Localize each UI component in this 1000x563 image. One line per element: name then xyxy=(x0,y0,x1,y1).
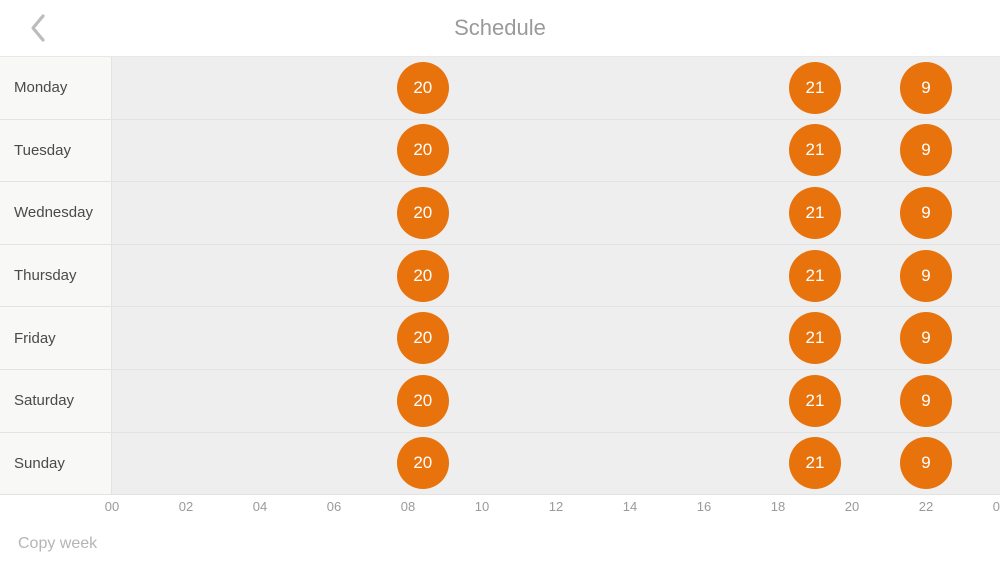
day-label: Tuesday xyxy=(0,120,112,182)
time-axis: 00 02 04 06 08 10 12 14 16 18 20 22 00 xyxy=(0,494,1000,522)
schedule-event[interactable]: 20 xyxy=(397,187,449,239)
axis-tick: 16 xyxy=(697,499,711,514)
copy-week-button[interactable]: Copy week xyxy=(18,535,97,553)
axis-tick: 22 xyxy=(919,499,933,514)
schedule-event[interactable]: 20 xyxy=(397,124,449,176)
axis-track: 00020406081012141618202200 xyxy=(112,495,1000,522)
schedule-event[interactable]: 20 xyxy=(397,437,449,489)
schedule-event[interactable]: 20 xyxy=(397,375,449,427)
day-label: Monday xyxy=(0,57,112,119)
axis-tick: 00 xyxy=(105,499,119,514)
schedule-event[interactable]: 21 xyxy=(789,312,841,364)
day-label: Wednesday xyxy=(0,182,112,244)
schedule-event[interactable]: 9 xyxy=(900,187,952,239)
schedule-event[interactable]: 21 xyxy=(789,437,841,489)
day-label: Friday xyxy=(0,307,112,369)
axis-tick: 06 xyxy=(327,499,341,514)
axis-tick: 20 xyxy=(845,499,859,514)
schedule-event[interactable]: 9 xyxy=(900,62,952,114)
schedule-event[interactable]: 21 xyxy=(789,375,841,427)
day-track[interactable]: 20 21 9 xyxy=(112,307,1000,369)
axis-tick: 14 xyxy=(623,499,637,514)
schedule-event[interactable]: 9 xyxy=(900,375,952,427)
header-bar: Schedule xyxy=(0,0,1000,56)
schedule-event[interactable]: 20 xyxy=(397,312,449,364)
schedule-row: Saturday 20 21 9 xyxy=(0,369,1000,432)
schedule-event[interactable]: 21 xyxy=(789,187,841,239)
schedule-event[interactable]: 21 xyxy=(789,124,841,176)
day-label: Saturday xyxy=(0,370,112,432)
day-track[interactable]: 20 21 9 xyxy=(112,433,1000,495)
axis-tick: 10 xyxy=(475,499,489,514)
axis-tick: 12 xyxy=(549,499,563,514)
schedule-row: Monday 20 21 9 xyxy=(0,56,1000,119)
day-label: Sunday xyxy=(0,433,112,495)
page-title: Schedule xyxy=(454,15,546,41)
chevron-left-icon xyxy=(29,13,47,43)
schedule-event[interactable]: 21 xyxy=(789,250,841,302)
schedule-event[interactable]: 9 xyxy=(900,437,952,489)
schedule-grid: Monday20219Tuesday20219Wednesday20219Thu… xyxy=(0,56,1000,494)
schedule-event[interactable]: 9 xyxy=(900,312,952,364)
day-label: Thursday xyxy=(0,245,112,307)
schedule-event[interactable]: 9 xyxy=(900,250,952,302)
schedule-event[interactable]: 20 xyxy=(397,62,449,114)
axis-tick: 00 xyxy=(993,499,1000,514)
schedule-event[interactable]: 9 xyxy=(900,124,952,176)
axis-tick: 08 xyxy=(401,499,415,514)
schedule-row: Wednesday 20 21 9 xyxy=(0,181,1000,244)
schedule-event[interactable]: 20 xyxy=(397,250,449,302)
schedule-event[interactable]: 21 xyxy=(789,62,841,114)
schedule-row: Tuesday 20 21 9 xyxy=(0,119,1000,182)
axis-tick: 02 xyxy=(179,499,193,514)
schedule-row: Friday 20 21 9 xyxy=(0,306,1000,369)
day-track[interactable]: 20 21 9 xyxy=(112,370,1000,432)
axis-tick: 04 xyxy=(253,499,267,514)
schedule-row: Sunday 20 21 9 xyxy=(0,432,1000,495)
day-track[interactable]: 20 21 9 xyxy=(112,57,1000,119)
back-button[interactable] xyxy=(18,8,58,48)
day-track[interactable]: 20 21 9 xyxy=(112,182,1000,244)
day-track[interactable]: 20 21 9 xyxy=(112,245,1000,307)
day-track[interactable]: 20 21 9 xyxy=(112,120,1000,182)
axis-tick: 18 xyxy=(771,499,785,514)
schedule-row: Thursday 20 21 9 xyxy=(0,244,1000,307)
